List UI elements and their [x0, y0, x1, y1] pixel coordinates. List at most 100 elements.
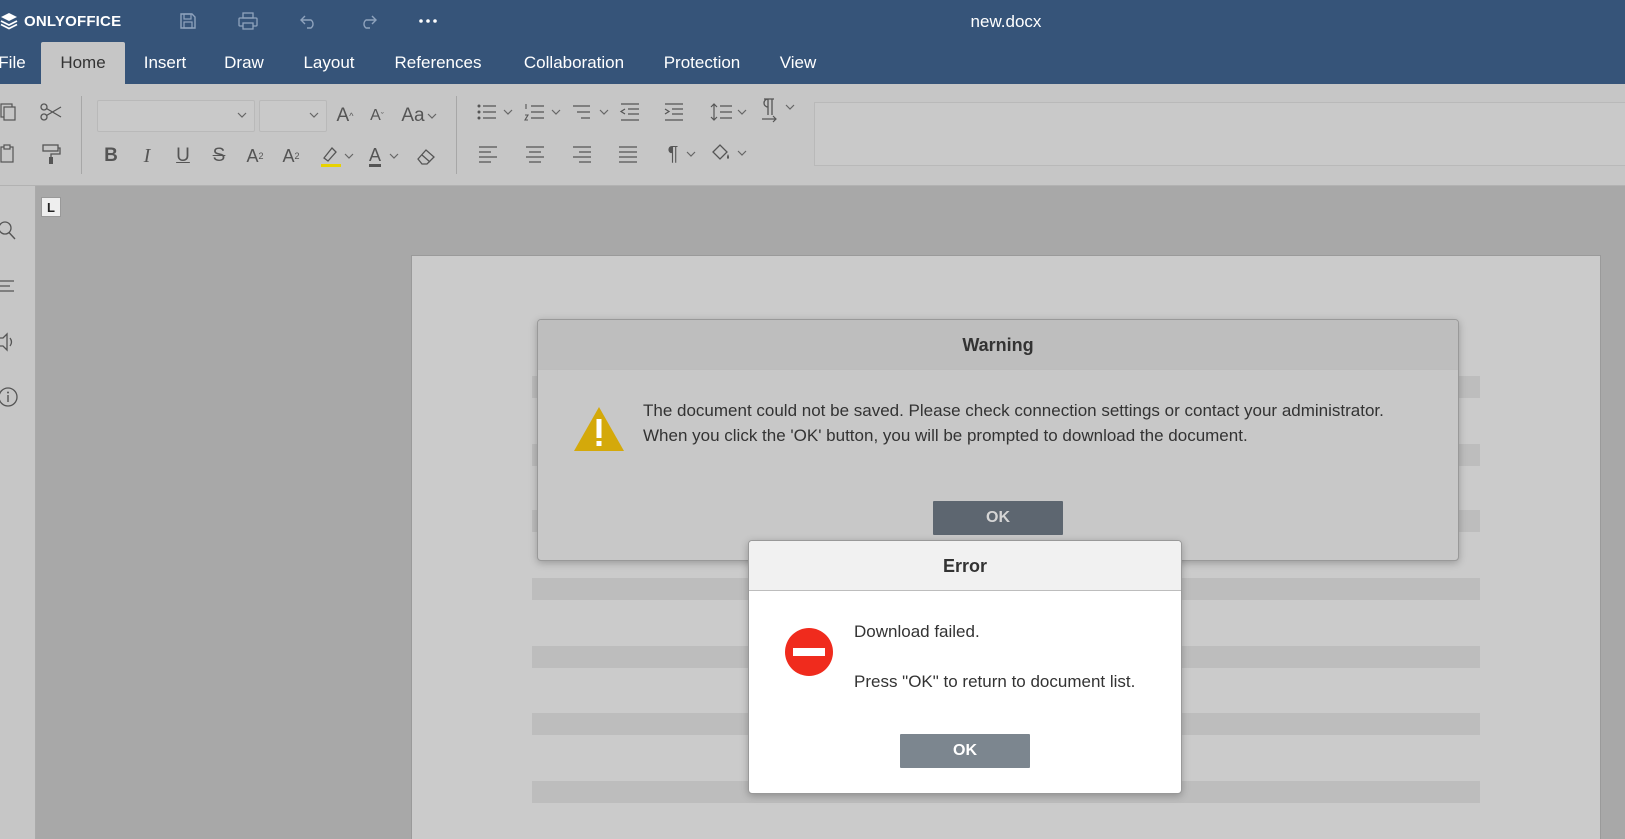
subscript-icon: A: [282, 145, 295, 166]
warning-dialog-title: Warning: [538, 320, 1458, 370]
chevron-down-icon: [237, 112, 247, 118]
ribbon-tabs: File Home Insert Draw Layout References …: [0, 42, 1625, 84]
home-toolbar: A ^ Aˇ Aa B I U S A2 A2 A ¶: [0, 84, 1625, 186]
tab-protection[interactable]: Protection: [654, 42, 750, 84]
chevron-down-icon: [686, 151, 696, 157]
align-right-icon: [573, 146, 591, 163]
superscript-icon: A: [246, 145, 259, 166]
cut-button[interactable]: [37, 98, 65, 126]
tab-stop-icon: L: [47, 199, 55, 215]
strikethrough-button[interactable]: S: [205, 142, 233, 170]
speech-icon: [0, 332, 13, 352]
font-size-select[interactable]: [259, 100, 327, 132]
warning-message-line2: When you click the 'OK' button, you will…: [643, 426, 1248, 445]
line-spacing-button[interactable]: [708, 98, 752, 126]
tab-layout[interactable]: Layout: [291, 42, 367, 84]
align-left-button[interactable]: [474, 140, 502, 168]
subscript-button[interactable]: A2: [277, 142, 305, 170]
decrease-font-button[interactable]: Aˇ: [363, 102, 391, 130]
increase-font-button[interactable]: A ^: [331, 102, 359, 130]
shading-button[interactable]: [708, 140, 752, 168]
highlighter-icon: [321, 147, 354, 167]
align-center-button[interactable]: [521, 140, 549, 168]
error-dialog-title: Error: [749, 541, 1181, 591]
line-spacing-icon: [710, 103, 747, 121]
paste-icon: [0, 144, 14, 163]
font-name-select[interactable]: [97, 100, 255, 132]
nonprinting-characters-button[interactable]: [756, 96, 800, 124]
increase-indent-button[interactable]: [660, 98, 688, 126]
multilevel-list-icon: [573, 105, 609, 119]
undo-button[interactable]: [296, 9, 322, 33]
change-case-button[interactable]: Aa: [399, 102, 439, 130]
styles-gallery[interactable]: [814, 102, 1625, 166]
document-title: new.docx: [970, 12, 1042, 31]
increase-font-icon: A: [336, 105, 350, 126]
save-button[interactable]: [175, 9, 201, 33]
redo-button[interactable]: [355, 9, 381, 33]
more-button[interactable]: [415, 9, 441, 33]
search-panel-button[interactable]: [0, 220, 20, 242]
title-bar: ONLYOFFICE new.docx: [0, 0, 1625, 42]
subscript-mark: 2: [294, 151, 300, 161]
tab-home[interactable]: Home: [41, 42, 125, 84]
font-color-button[interactable]: A: [362, 142, 406, 170]
copy-button[interactable]: [0, 98, 22, 126]
format-painter-icon: [42, 144, 61, 164]
bold-button[interactable]: B: [97, 142, 125, 170]
indent-icon: [664, 103, 683, 121]
superscript-mark: 2: [258, 151, 264, 161]
multilevel-list-button[interactable]: [570, 98, 614, 126]
clear-style-button[interactable]: [412, 142, 440, 170]
tab-references[interactable]: References: [383, 42, 493, 84]
superscript-button[interactable]: A2: [241, 142, 269, 170]
decrease-indent-button[interactable]: [616, 98, 644, 126]
warning-message-line1: The document could not be saved. Please …: [643, 401, 1384, 420]
chevron-down-icon: [427, 113, 437, 119]
error-message-line1: Download failed.: [854, 622, 980, 641]
error-dialog: Error Download failed. Press "OK" to ret…: [748, 540, 1182, 794]
justify-button[interactable]: [614, 140, 642, 168]
tab-draw[interactable]: Draw: [213, 42, 275, 84]
highlight-color-button[interactable]: [314, 142, 358, 170]
align-left-icon: [479, 146, 497, 163]
align-center-icon: [526, 146, 544, 163]
numbered-list-icon: [524, 104, 561, 121]
tab-collaboration[interactable]: Collaboration: [510, 42, 638, 84]
navigation-panel-button[interactable]: [0, 276, 20, 298]
warning-ok-button[interactable]: OK: [933, 501, 1063, 535]
logo-text: ONLYOFFICE: [24, 12, 122, 30]
pilcrow-icon: ¶: [667, 142, 679, 165]
print-icon: [238, 12, 258, 30]
app-logo: ONLYOFFICE: [0, 10, 121, 32]
redo-icon: [363, 15, 377, 29]
left-panel: [0, 186, 36, 839]
speech-panel-button[interactable]: [0, 331, 20, 353]
tab-stop-selector[interactable]: L: [41, 197, 61, 217]
tab-view[interactable]: View: [767, 42, 829, 84]
paint-bucket-icon: [712, 144, 747, 160]
eraser-icon: [417, 149, 435, 165]
tab-insert[interactable]: Insert: [133, 42, 197, 84]
numbering-button[interactable]: [522, 98, 566, 126]
scissors-icon: [40, 103, 62, 121]
print-button[interactable]: [235, 9, 261, 33]
save-icon: [180, 13, 196, 29]
underline-button[interactable]: U: [169, 142, 197, 170]
align-right-button[interactable]: [568, 140, 596, 168]
paste-button[interactable]: [0, 140, 22, 168]
copy-style-button[interactable]: [37, 140, 65, 168]
outdent-icon: [619, 103, 639, 121]
paragraph-marks-button[interactable]: ¶: [660, 140, 704, 168]
tab-file[interactable]: File: [0, 42, 30, 84]
onlyoffice-logo-icon: [0, 13, 18, 30]
error-message-line2: Press "OK" to return to document list.: [854, 672, 1136, 691]
about-panel-button[interactable]: [0, 386, 20, 408]
change-case-icon: Aa: [401, 105, 425, 126]
paragraph-direction-icon: [762, 98, 795, 123]
error-no-entry-icon: [785, 628, 833, 676]
italic-button[interactable]: I: [133, 142, 161, 170]
justify-icon: [619, 146, 637, 163]
bullets-button[interactable]: [474, 98, 518, 126]
error-ok-button[interactable]: OK: [900, 734, 1030, 768]
